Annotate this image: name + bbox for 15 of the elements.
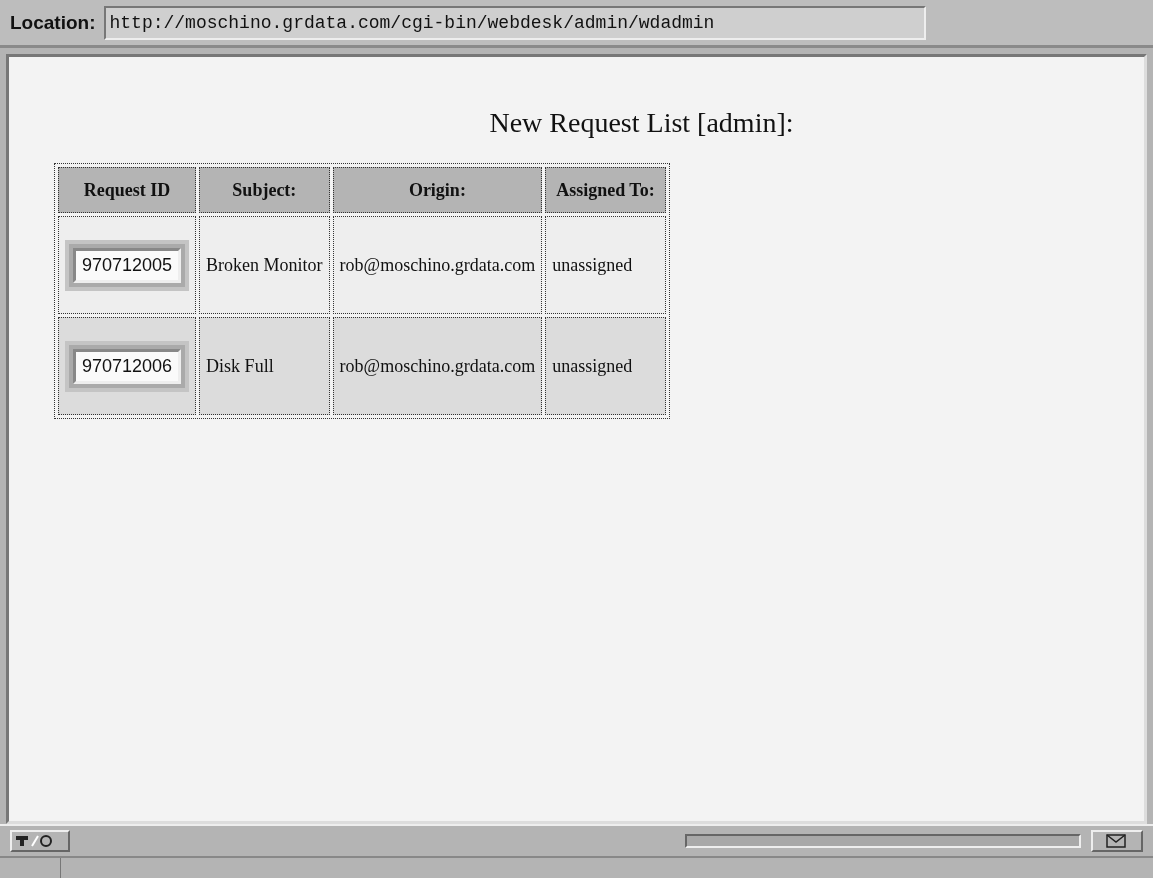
table-cell: unassigned (545, 317, 666, 415)
page-title: New Request List [admin]: (488, 107, 795, 139)
column-header: Request ID (58, 167, 197, 213)
table-cell: unassigned (545, 216, 666, 314)
table-cell: Broken Monitor (199, 216, 330, 314)
table-cell: rob@moschino.grdata.com (332, 216, 543, 314)
table-cell: rob@moschino.grdata.com (332, 317, 543, 415)
table-cell: Disk Full (199, 317, 330, 415)
url-field[interactable]: http://moschino.grdata.com/cgi-bin/webdesk/admin/wdadmin (103, 5, 926, 40)
column-header: Origin: (332, 167, 543, 213)
column-header: Assigned To: (545, 167, 666, 213)
security-icon[interactable] (10, 830, 70, 852)
location-label: Location: (10, 11, 96, 34)
column-header: Subject: (199, 167, 330, 213)
mail-icon[interactable] (1091, 830, 1143, 852)
